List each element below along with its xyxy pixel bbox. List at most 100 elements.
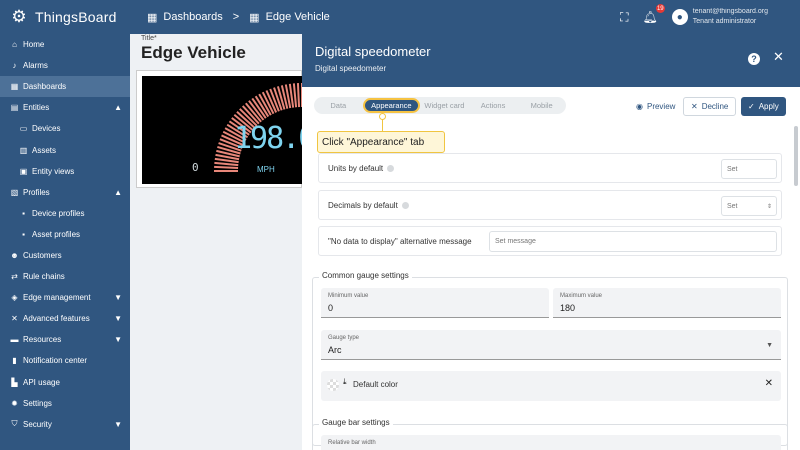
dashboard-icon: ▦ xyxy=(10,82,19,92)
apply-button[interactable]: ✓ Apply xyxy=(741,97,786,116)
notification-icon: ▮ xyxy=(12,356,17,366)
sidebar-item-assets[interactable]: ▥ Assets xyxy=(0,139,130,160)
units-input[interactable]: Set xyxy=(721,159,777,179)
speed-min: 0 xyxy=(192,161,199,174)
sidebar-item-api-usage[interactable]: ▙ API usage xyxy=(0,372,130,393)
brand-name: ThingsBoard xyxy=(35,9,117,25)
info-icon[interactable] xyxy=(387,164,395,172)
tab-data[interactable]: Data xyxy=(314,98,363,113)
sidebar-item-entities[interactable]: ▤ Entities ▲ xyxy=(0,97,130,118)
speed-unit: MPH xyxy=(257,165,275,174)
top-bar: ⚙ ThingsBoard ▦ Dashboards > ▦ Edge Vehi… xyxy=(0,0,800,34)
sidebar-item-label: Devices xyxy=(32,124,61,134)
sidebar-item-profiles[interactable]: ▧ Profiles ▲ xyxy=(0,182,130,203)
rule-chain-icon: ⇄ xyxy=(11,272,18,282)
field-value: Arc xyxy=(328,345,342,355)
tab-actions[interactable]: Actions xyxy=(469,98,518,113)
breadcrumb-separator: > xyxy=(232,11,240,23)
default-color-field[interactable]: ⤓ Default color ✕ xyxy=(321,371,781,401)
sidebar-item-home[interactable]: ⌂ Home xyxy=(0,34,130,55)
gear-icon: ✹ xyxy=(11,398,18,408)
user-email: tenant@thingsboard.org xyxy=(692,8,768,15)
sidebar-item-settings[interactable]: ✹ Settings xyxy=(0,393,130,414)
api-usage-icon: ▙ xyxy=(11,377,18,387)
device-icon: ▭ xyxy=(19,124,28,134)
palette-icon: ⤓ xyxy=(343,377,347,386)
tab-appearance[interactable]: Appearance xyxy=(362,98,421,113)
sidebar-item-devices[interactable]: ▭ Devices xyxy=(0,118,130,139)
sidebar-item-device-profiles[interactable]: ▪ Device profiles xyxy=(0,203,130,224)
field-value: 0 xyxy=(328,303,334,313)
color-swatch-icon[interactable] xyxy=(327,379,339,391)
minimum-value-field[interactable]: Minimum value 0 xyxy=(321,288,549,318)
chevron-down-icon: ▼ xyxy=(114,293,122,303)
relative-bar-width-field[interactable]: Relative bar width xyxy=(321,435,781,450)
speedometer-widget[interactable]: 198.0 0 MPH xyxy=(136,70,316,188)
sidebar-item-notification-center[interactable]: ▮ Notification center xyxy=(0,350,130,371)
arc-tick xyxy=(214,165,239,170)
panel-scrollbar[interactable] xyxy=(794,126,798,186)
dashboard-title[interactable]: Edge Vehicle xyxy=(141,43,246,63)
tab-mobile[interactable]: Mobile xyxy=(517,98,566,113)
home-icon: ⌂ xyxy=(12,40,17,50)
sidebar-item-dashboards[interactable]: ▦ Dashboards xyxy=(0,76,130,98)
chevron-down-icon: ▼ xyxy=(114,419,122,429)
sidebar-item-customers[interactable]: ☻ Customers xyxy=(0,245,130,266)
sidebar-item-label: Entity views xyxy=(32,166,75,176)
shield-icon: ⛉ xyxy=(11,419,18,429)
sidebar-item-label: Entities xyxy=(23,103,50,113)
arc-tick xyxy=(214,161,239,167)
sidebar-item-label: Edge management xyxy=(23,293,91,303)
help-icon[interactable]: ? xyxy=(748,53,760,65)
breadcrumb-dashboards[interactable]: ▦ Dashboards xyxy=(147,11,223,24)
asset-icon: ▥ xyxy=(19,145,28,155)
sidebar-item-security[interactable]: ⛉ Security ▼ xyxy=(0,414,130,435)
view-icon: ▣ xyxy=(19,166,28,176)
sidebar-item-edge-management[interactable]: ◈ Edge management ▼ xyxy=(0,287,130,308)
decimals-label: Decimals by default xyxy=(328,200,398,210)
preview-button[interactable]: ◉ Preview xyxy=(629,97,682,116)
section-title: Common gauge settings xyxy=(319,271,412,280)
decimals-input[interactable]: Set ⇕ xyxy=(721,196,777,216)
speedometer-display: 198.0 0 MPH xyxy=(142,76,316,184)
arc-tick xyxy=(292,83,298,108)
sidebar-item-entity-views[interactable]: ▣ Entity views xyxy=(0,161,130,182)
tools-icon: ✕ xyxy=(11,314,18,324)
sidebar-item-advanced-features[interactable]: ✕ Advanced features ▼ xyxy=(0,308,130,329)
sidebar-item-alarms[interactable]: ♪ Alarms xyxy=(0,55,130,76)
no-data-row: "No data to display" alternative message… xyxy=(318,226,782,256)
avatar: ● xyxy=(671,9,688,25)
stepper-icon[interactable]: ⇕ xyxy=(767,203,772,210)
decline-button[interactable]: ✕ Decline xyxy=(683,97,737,116)
close-icon[interactable]: ✕ xyxy=(773,49,784,65)
decimals-row: Decimals by default Set ⇕ xyxy=(318,190,782,220)
chevron-down-icon: ▼ xyxy=(114,314,122,324)
default-color-label: Default color xyxy=(353,380,398,389)
chevron-up-icon: ▲ xyxy=(114,187,122,197)
sidebar-item-rule-chains[interactable]: ⇄ Rule chains xyxy=(0,266,130,287)
no-data-label: "No data to display" alternative message xyxy=(328,236,472,246)
field-label: Minimum value xyxy=(328,293,369,299)
preview-label: Preview xyxy=(646,102,676,111)
sidebar-item-resources[interactable]: ▬ Resources ▼ xyxy=(0,329,130,350)
notification-count-badge: 19 xyxy=(655,4,665,13)
tutorial-tooltip: Click "Appearance" tab xyxy=(317,131,445,153)
field-label: Relative bar width xyxy=(328,440,376,446)
field-value: 180 xyxy=(560,303,576,313)
gauge-type-select[interactable]: Gauge type Arc ▼ xyxy=(321,330,781,360)
no-data-message-input[interactable]: Set message xyxy=(489,231,777,252)
eye-icon: ◉ xyxy=(636,102,643,111)
sidebar-item-asset-profiles[interactable]: ▪ Asset profiles xyxy=(0,224,130,245)
info-icon[interactable] xyxy=(401,201,409,209)
breadcrumb: ▦ Dashboards > ▦ Edge Vehicle xyxy=(147,11,330,24)
clear-color-icon[interactable]: ✕ xyxy=(765,378,773,389)
device-profile-icon: ▪ xyxy=(22,208,25,218)
tab-widget-card[interactable]: Widget card xyxy=(420,98,469,113)
user-menu[interactable]: ● tenant@thingsboard.org Tenant administ… xyxy=(671,7,768,27)
fullscreen-icon[interactable]: ⛶ xyxy=(620,10,628,25)
chevron-up-icon: ▲ xyxy=(114,103,122,113)
notifications-button[interactable]: 🔔︎ 19 xyxy=(643,4,665,24)
maximum-value-field[interactable]: Maximum value 180 xyxy=(553,288,781,318)
sidebar-item-label: Dashboards xyxy=(23,82,67,92)
logo[interactable]: ⚙ ThingsBoard xyxy=(0,6,130,28)
